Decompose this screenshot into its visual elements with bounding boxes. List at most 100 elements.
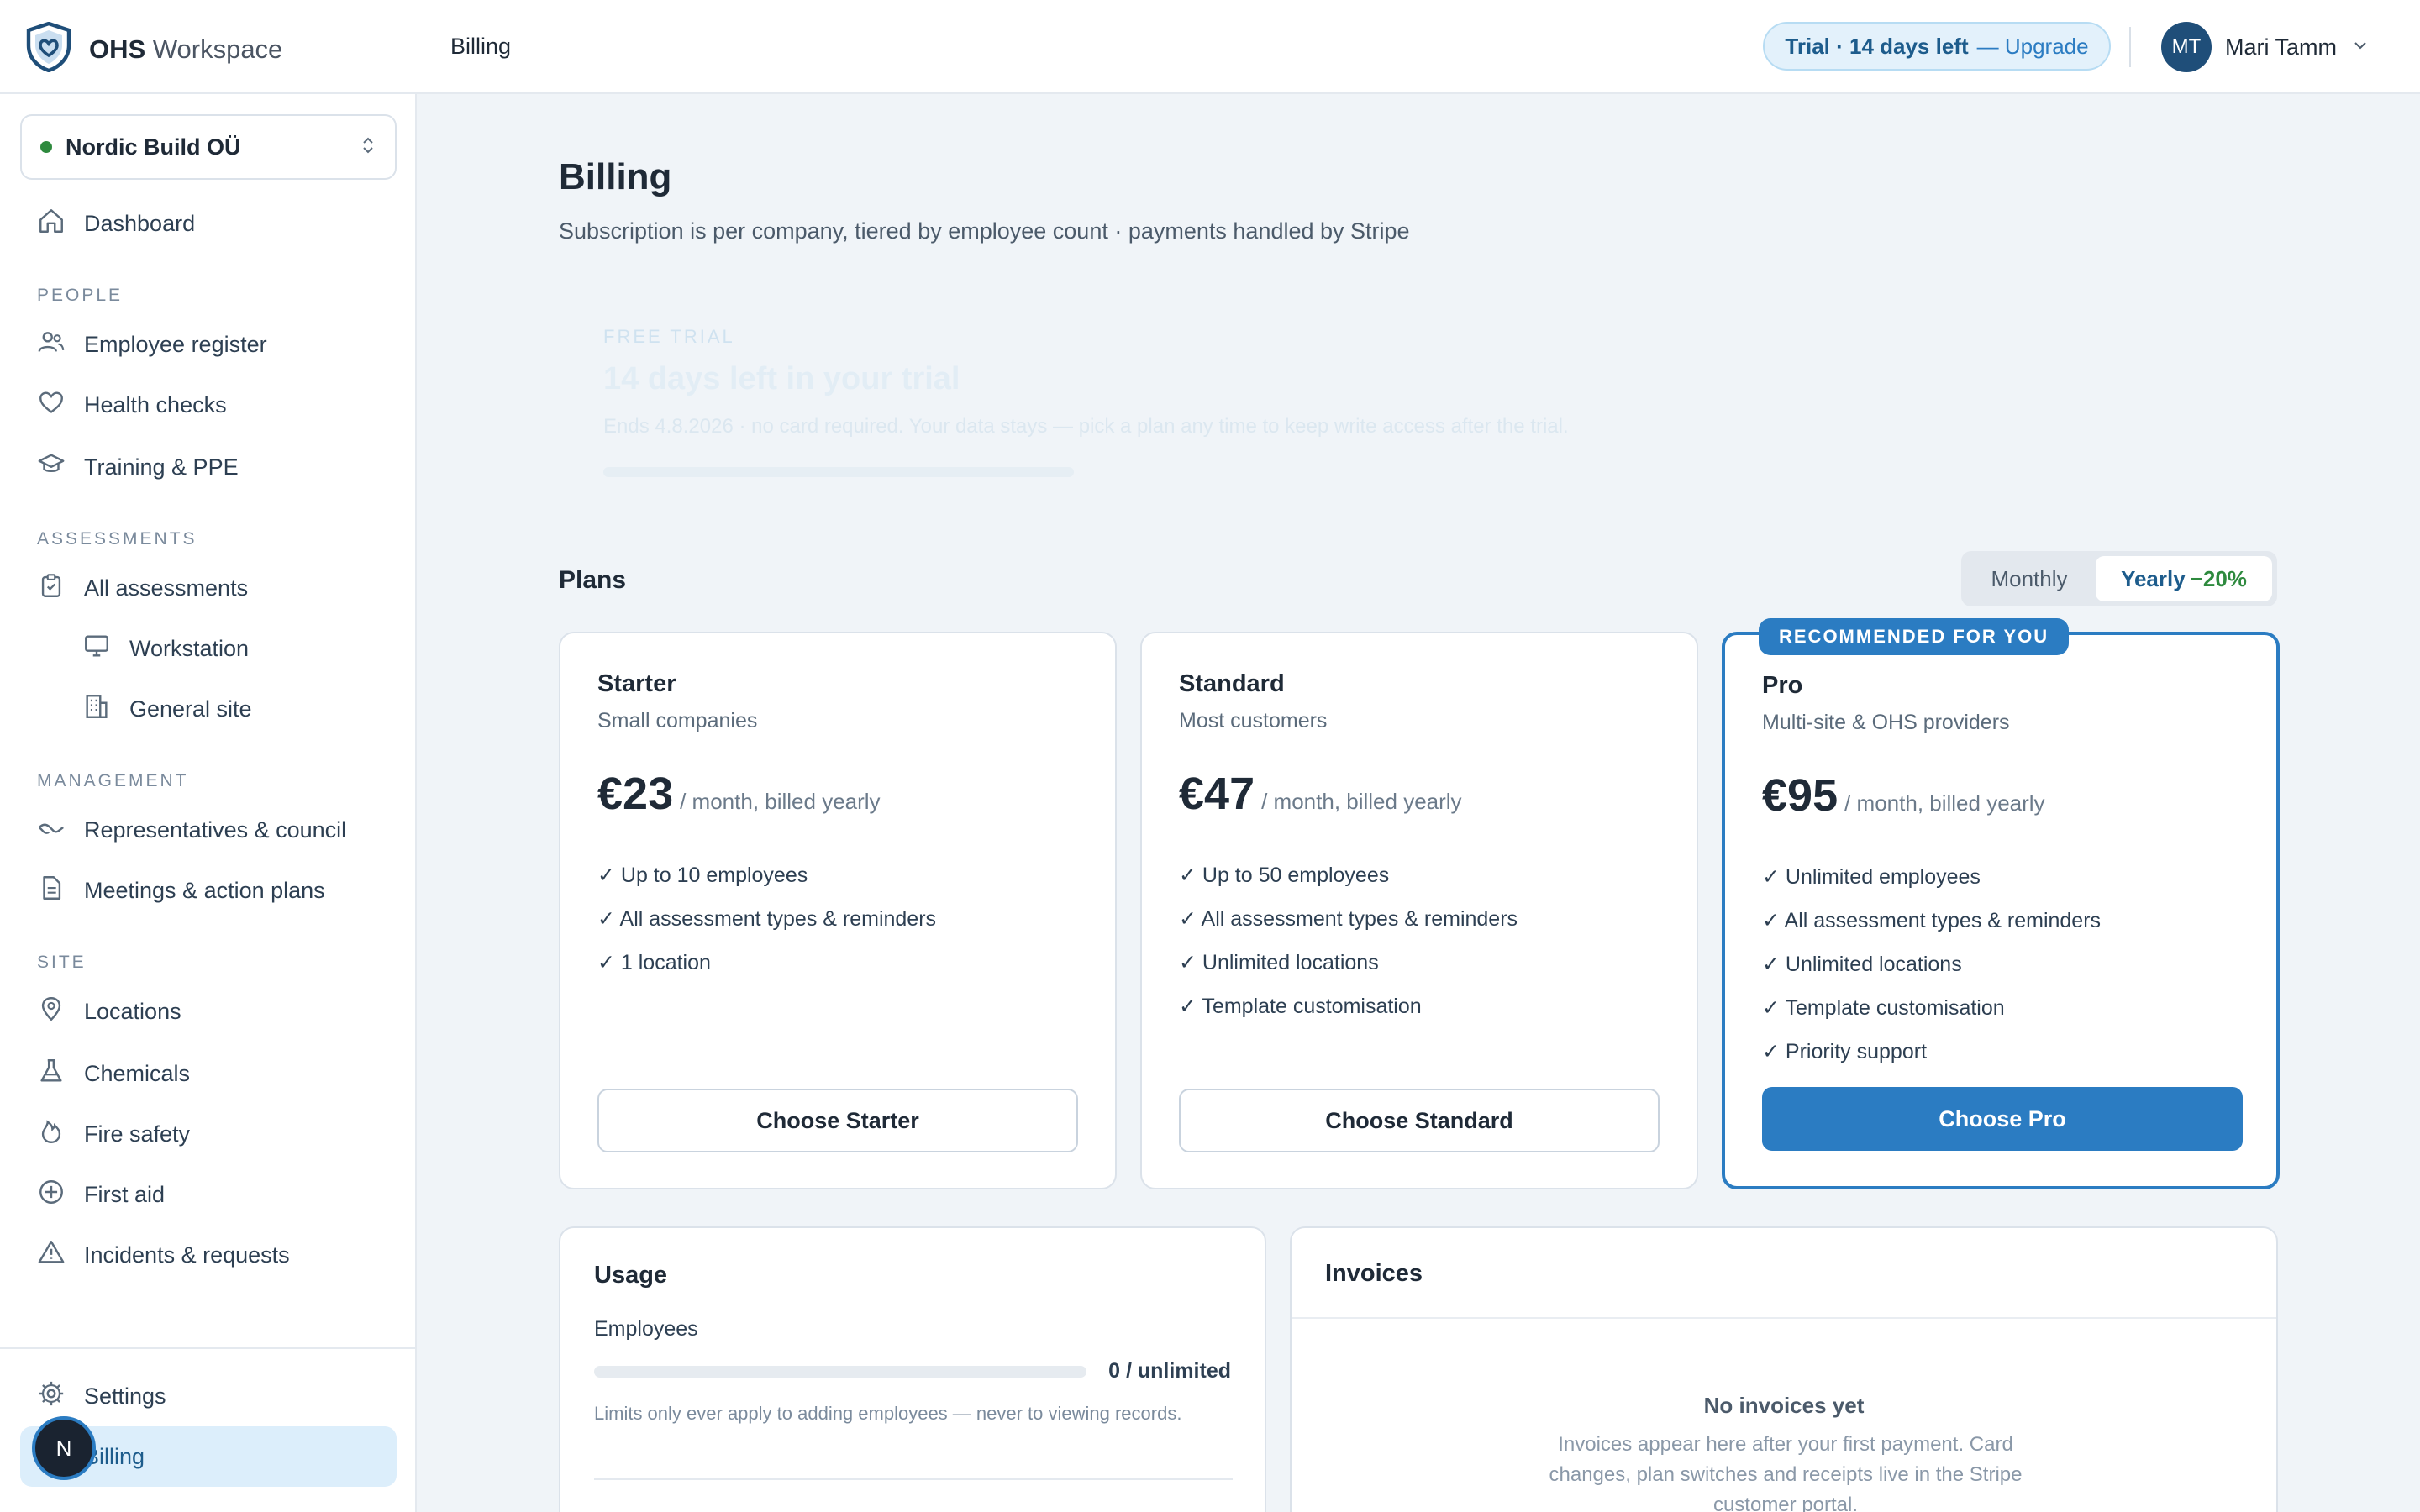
section-management: MANAGEMENT [37, 771, 189, 790]
employees-usage-value: 0 / unlimited [1108, 1359, 1231, 1383]
recommended-badge: RECOMMENDED FOR YOU [1759, 618, 2070, 655]
gear-icon [37, 1379, 66, 1414]
sidebar-item-training-ppe[interactable]: Training & PPE [37, 450, 239, 485]
status-dot [40, 141, 52, 153]
sidebar-item-label: Training & PPE [84, 454, 239, 480]
choose-standard-button[interactable]: Choose Standard [1179, 1089, 1660, 1152]
trial-status: Trial · 14 days left [1785, 33, 1969, 59]
sidebar-item-workstation[interactable]: Workstation [82, 632, 249, 666]
clipboard-icon [37, 571, 66, 606]
trial-upgrade-pill[interactable]: Trial · 14 days left — Upgrade [1763, 22, 2111, 71]
plan-desc: Small companies [597, 709, 758, 732]
sidebar-item-label: General site [129, 696, 252, 722]
plan-card-standard: Standard Most customers €47 / month, bil… [1140, 632, 1698, 1189]
choose-pro-button[interactable]: Choose Pro [1762, 1087, 2243, 1151]
help-fab[interactable]: N [32, 1416, 96, 1480]
price-period: / month, billed yearly [1844, 790, 2045, 816]
sidebar-item-label: Settings [84, 1383, 166, 1409]
sidebar-item-representatives[interactable]: Representatives & council [37, 813, 346, 848]
sidebar-item-settings[interactable]: Settings [37, 1379, 166, 1414]
plan-name: Standard [1179, 670, 1285, 697]
upgrade-link[interactable]: — Upgrade [1977, 34, 2089, 60]
shield-logo-icon [25, 21, 72, 76]
sidebar-item-employee-register[interactable]: Employee register [37, 328, 267, 362]
sidebar-item-general-site[interactable]: General site [82, 692, 252, 727]
home-icon [37, 207, 66, 241]
chevron-up-down-icon [360, 134, 376, 160]
user-name: Mari Tamm [2225, 34, 2338, 60]
sidebar-item-health-checks[interactable]: Health checks [37, 388, 227, 423]
price-amount: €95 [1762, 770, 1839, 821]
plan-price: €95 / month, billed yearly [1762, 769, 2045, 822]
divider [1292, 1317, 2276, 1319]
breadcrumb: Billing [450, 34, 512, 59]
sidebar: Nordic Build OÜ Dashboard PEOPLE Employe… [0, 94, 417, 1512]
divider [2129, 27, 2131, 67]
billing-period-toggle: Monthly Yearly −20% [1961, 551, 2277, 606]
company-switcher[interactable]: Nordic Build OÜ [20, 114, 397, 180]
plan-price: €23 / month, billed yearly [597, 768, 881, 820]
toggle-yearly[interactable]: Yearly −20% [2096, 556, 2272, 601]
feature-item: ✓ All assessment types & reminders [597, 907, 937, 931]
feature-item: ✓ Unlimited locations [1179, 951, 1379, 974]
sidebar-item-label: Fire safety [84, 1121, 191, 1147]
company-name: Nordic Build OÜ [66, 134, 241, 160]
section-people: PEOPLE [37, 286, 124, 305]
sidebar-item-first-aid[interactable]: First aid [37, 1178, 165, 1212]
warning-icon [37, 1238, 66, 1273]
brand[interactable]: OHS Workspace [25, 21, 282, 76]
sidebar-item-locations[interactable]: Locations [37, 995, 182, 1029]
building-icon [82, 692, 111, 727]
trial-title: 14 days left in your trial [603, 361, 960, 396]
feature-item: ✓ Template customisation [1762, 996, 2005, 1020]
sidebar-item-chemicals[interactable]: Chemicals [37, 1057, 190, 1091]
invoices-card: Invoices No invoices yet Invoices appear… [1290, 1226, 2278, 1512]
price-period: / month, billed yearly [1261, 789, 1462, 814]
discount-badge: −20% [2190, 565, 2247, 591]
sidebar-item-all-assessments[interactable]: All assessments [37, 571, 248, 606]
chevron-down-icon [2350, 35, 2370, 60]
divider [594, 1478, 1233, 1480]
feature-item: ✓ Unlimited locations [1762, 953, 1962, 976]
graduation-cap-icon [37, 450, 66, 485]
map-pin-icon [37, 995, 66, 1029]
choose-starter-button[interactable]: Choose Starter [597, 1089, 1078, 1152]
sidebar-item-label: Workstation [129, 636, 250, 661]
feature-item: ✓ Up to 50 employees [1179, 864, 1390, 887]
toggle-monthly[interactable]: Monthly [1961, 551, 2097, 606]
toggle-yearly-label: Yearly [2121, 565, 2186, 591]
sidebar-item-label: Meetings & action plans [84, 878, 325, 903]
empty-state-title: No invoices yet [1703, 1393, 1865, 1418]
plan-card-starter: Starter Small companies €23 / month, bil… [559, 632, 1117, 1189]
user-menu[interactable]: MT Mari Tamm [2161, 22, 2370, 72]
feature-item: ✓ All assessment types & reminders [1762, 909, 2102, 932]
users-icon [37, 328, 66, 362]
section-site: SITE [37, 953, 87, 972]
sidebar-item-dashboard[interactable]: Dashboard [37, 207, 195, 241]
feature-item: ✓ Unlimited employees [1762, 865, 1981, 889]
plans-heading: Plans [559, 566, 627, 594]
price-period: / month, billed yearly [680, 789, 881, 814]
price-amount: €23 [597, 769, 674, 819]
sidebar-item-label: Incidents & requests [84, 1242, 290, 1268]
invoices-heading: Invoices [1325, 1260, 1423, 1287]
trial-eyebrow: FREE TRIAL [603, 326, 735, 347]
plan-card-pro: RECOMMENDED FOR YOU Pro Multi-site & OHS… [1722, 618, 2280, 1189]
usage-heading: Usage [594, 1262, 668, 1289]
sidebar-item-label: Health checks [84, 392, 227, 417]
sidebar-item-incidents[interactable]: Incidents & requests [37, 1238, 290, 1273]
sidebar-item-meetings[interactable]: Meetings & action plans [37, 874, 325, 908]
page-title: Billing [559, 156, 672, 197]
sidebar-item-fire-safety[interactable]: Fire safety [37, 1117, 190, 1152]
trial-text: Ends 4.8.2026 · no card required. Your d… [603, 415, 1569, 438]
employees-usage-bar [594, 1366, 1086, 1378]
sidebar-item-label: All assessments [84, 575, 249, 601]
trial-progress-bar [603, 467, 1074, 477]
divider [0, 1347, 417, 1349]
document-icon [37, 874, 66, 908]
usage-note: Limits only ever apply to adding employe… [594, 1403, 1182, 1424]
page-subtitle: Subscription is per company, tiered by e… [559, 218, 1410, 244]
plan-desc: Most customers [1179, 709, 1328, 732]
sidebar-item-label: Dashboard [84, 211, 196, 236]
feature-item: ✓ Priority support [1762, 1040, 1928, 1063]
